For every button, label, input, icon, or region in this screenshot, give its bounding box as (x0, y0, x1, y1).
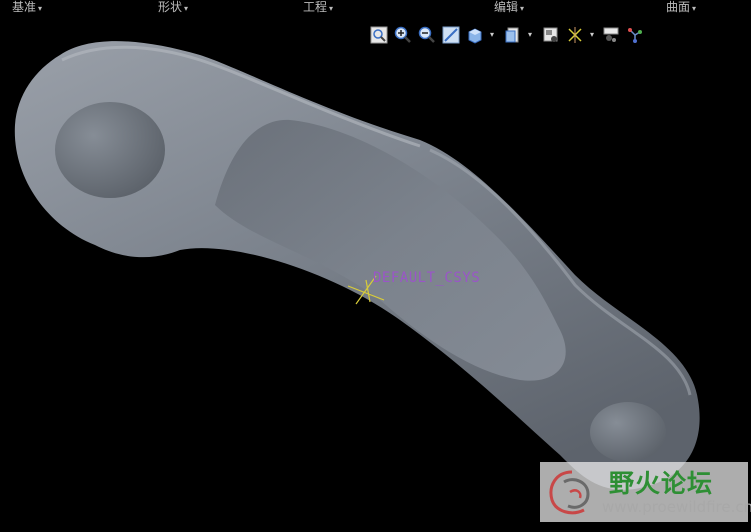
graphics-viewport[interactable]: DEFAULT_CSYS (0, 0, 751, 528)
view-manager-icon[interactable] (542, 26, 560, 44)
datum-dropdown-caret[interactable]: ▾ (588, 28, 596, 42)
ribbon-tab-bar: 基准 ▾ 形状 ▾ 工程 ▾ 编辑 ▾ 曲面 ▾ (0, 0, 751, 16)
forum-logo-icon (549, 470, 590, 515)
zoom-out-icon[interactable] (418, 26, 436, 44)
zoom-in-icon[interactable] (394, 26, 412, 44)
menu-editing[interactable]: 编辑 ▾ (494, 0, 524, 16)
annotation-display-icon[interactable] (602, 26, 620, 44)
display-style-icon[interactable] (504, 26, 522, 44)
forum-url: www.proewildfire.cn (602, 498, 751, 516)
forum-title: 野火论坛 (609, 469, 714, 498)
display-style-dropdown-caret[interactable]: ▾ (526, 28, 534, 42)
menu-shapes[interactable]: 形状 ▾ (158, 0, 188, 16)
view-toolbar: ▾ ▾ ▾ (370, 26, 650, 46)
mounting-hole-large (55, 102, 165, 198)
zoom-fit-icon[interactable] (370, 26, 388, 44)
menu-engineering[interactable]: 工程 ▾ (303, 0, 333, 16)
saved-orientation-icon[interactable] (466, 26, 484, 44)
spin-center-icon[interactable] (626, 26, 644, 44)
repaint-icon[interactable] (442, 26, 460, 44)
menu-surfaces[interactable]: 曲面 ▾ (666, 0, 696, 16)
orientation-dropdown-caret[interactable]: ▾ (488, 28, 496, 42)
model-view (14, 41, 700, 490)
forum-watermark: 野火论坛 www.proewildfire.cn (540, 462, 751, 522)
menu-datum[interactable]: 基准 ▾ (12, 0, 42, 16)
csys-label: DEFAULT_CSYS (373, 270, 481, 286)
datum-display-icon[interactable] (566, 26, 584, 44)
mounting-hole-small (590, 402, 666, 462)
